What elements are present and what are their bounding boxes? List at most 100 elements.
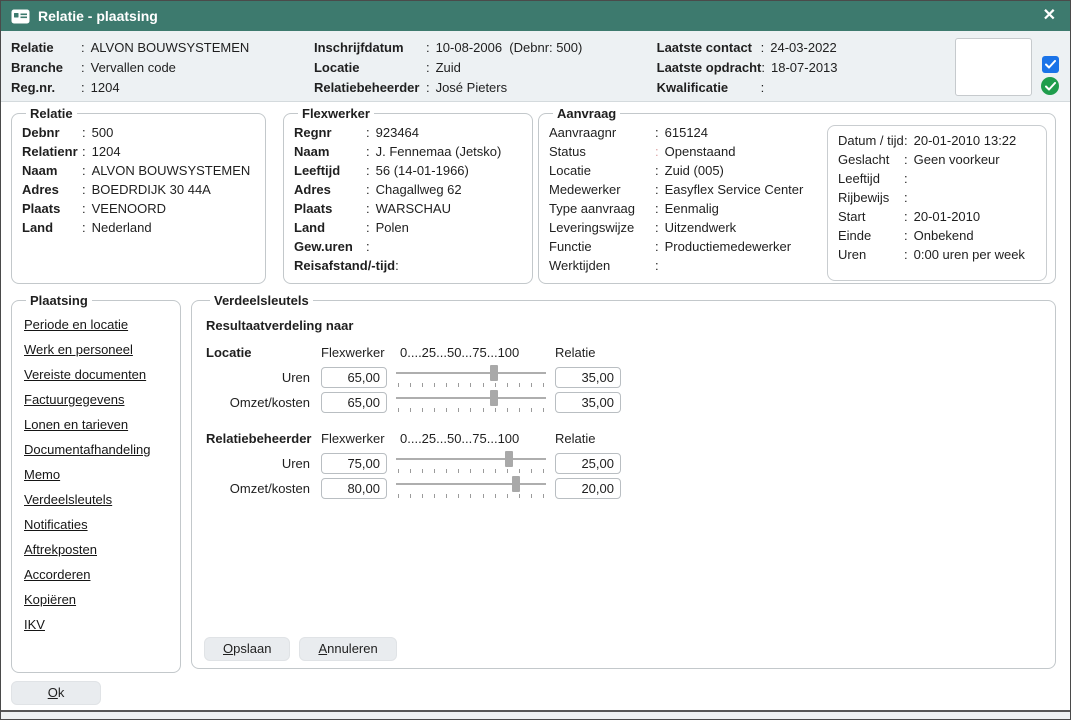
field-label: Laatste opdracht <box>657 58 762 78</box>
field-label: Leveringswijze <box>549 218 655 237</box>
menu-link[interactable]: Factuurgegevens <box>24 391 172 409</box>
info-row: Medewerker : Easyflex Service Center <box>549 180 827 199</box>
field-value: Easyflex Service Center <box>665 180 804 199</box>
relatie-share-input[interactable]: 35,00 <box>555 392 621 413</box>
colon: : <box>655 123 659 142</box>
group-spacer <box>206 416 1047 429</box>
field-label: Leeftijd <box>294 161 366 180</box>
colon: : <box>366 123 370 142</box>
colon: : <box>82 161 86 180</box>
field-label: Land <box>22 218 82 237</box>
field-value: ALVON BOUWSYSTEMEN <box>92 161 251 180</box>
info-row: Relatie : ALVON BOUWSYSTEMEN <box>11 38 314 58</box>
colon: : <box>655 142 659 161</box>
aanvraag-columns: Aanvraagnr : 615124 Status : Openstaand <box>549 123 1047 283</box>
field-label: Adres <box>294 180 366 199</box>
flexwerker-share-input[interactable]: 75,00 <box>321 453 387 474</box>
share-slider[interactable] <box>396 391 546 413</box>
resultaatverdeling-heading: Resultaatverdeling naar <box>206 318 1047 333</box>
field-label: Branche <box>11 58 81 78</box>
field-value: Zuid <box>436 58 461 78</box>
colon: : <box>426 78 430 98</box>
info-panels-row: Relatie Debnr : 500 Relatienr : 1204 <box>11 106 1056 284</box>
group-title: Locatie <box>206 343 312 363</box>
locatie-uren-row: Uren 65,00 35,00 <box>206 366 1047 388</box>
menu-link[interactable]: Notificaties <box>24 516 172 534</box>
slider-thumb[interactable] <box>505 451 513 467</box>
info-row: Rijbewijs : <box>838 188 1038 207</box>
menu-link[interactable]: Kopiëren <box>24 591 172 609</box>
colon: : <box>366 199 370 218</box>
colon: : <box>655 161 659 180</box>
share-slider[interactable] <box>396 366 546 388</box>
field-label: Start <box>838 207 904 226</box>
flexwerker-share-input[interactable]: 65,00 <box>321 392 387 413</box>
share-slider[interactable] <box>396 477 546 499</box>
relatie-share-input[interactable]: 35,00 <box>555 367 621 388</box>
menu-link[interactable]: Werk en personeel <box>24 341 172 359</box>
menu-link[interactable]: Vereiste documenten <box>24 366 172 384</box>
field-value: Uitzendwerk <box>665 218 737 237</box>
info-row: Inschrijfdatum : 10-08-2006 (Debnr: 500) <box>314 38 657 58</box>
share-slider[interactable] <box>396 452 546 474</box>
close-icon[interactable]: ✕ <box>1039 8 1060 24</box>
annuleren-button[interactable]: Annuleren <box>299 637 396 661</box>
menu-link[interactable]: Memo <box>24 466 172 484</box>
menu-link[interactable]: IKV <box>24 616 172 634</box>
menu-link[interactable]: Verdeelsleutels <box>24 491 172 509</box>
info-row: Naam : ALVON BOUWSYSTEMEN <box>22 161 257 180</box>
field-label: Medewerker <box>549 180 655 199</box>
row-label: Omzet/kosten <box>206 395 312 410</box>
colon: : <box>904 226 908 245</box>
field-label: Adres <box>22 180 82 199</box>
info-row: Relatiebeheerder : José Pieters <box>314 78 657 98</box>
window-bottom-edge <box>1 710 1070 719</box>
field-value: Onbekend <box>914 226 974 245</box>
plaatsing-row: Plaatsing Periode en locatie Werk en per… <box>11 293 1056 673</box>
checked-checkbox[interactable] <box>1042 56 1059 73</box>
slider-thumb[interactable] <box>512 476 520 492</box>
field-label: Naam <box>22 161 82 180</box>
colon: : <box>82 199 86 218</box>
opslaan-button-label: Opslaan <box>223 641 271 656</box>
info-row: Regnr : 923464 <box>294 123 524 142</box>
field-label: Relatiebeheerder <box>314 78 426 98</box>
opslaan-button[interactable]: Opslaan <box>204 637 290 661</box>
menu-link[interactable]: Periode en locatie <box>24 316 172 334</box>
slider-thumb[interactable] <box>490 365 498 381</box>
field-value: BOEDRDIJK 30 44A <box>92 180 211 199</box>
ok-button[interactable]: Ok <box>11 681 101 705</box>
flexwerker-share-input[interactable]: 80,00 <box>321 478 387 499</box>
colon: : <box>426 58 430 78</box>
menu-link[interactable]: Accorderen <box>24 566 172 584</box>
field-value: 10-08-2006 (Debnr: 500) <box>436 38 583 58</box>
info-row: Werktijden : <box>549 256 827 275</box>
slider-track <box>396 372 546 374</box>
menu-link[interactable]: Documentafhandeling <box>24 441 172 459</box>
field-value: Zuid (005) <box>665 161 724 180</box>
relatie-share-input[interactable]: 20,00 <box>555 478 621 499</box>
field-value: 56 (14-01-1966) <box>376 161 469 180</box>
colon: : <box>655 237 659 256</box>
menu-link[interactable]: Aftrekposten <box>24 541 172 559</box>
colon: : <box>761 78 765 98</box>
field-label: Plaats <box>294 199 366 218</box>
menu-link[interactable]: Lonen en tarieven <box>24 416 172 434</box>
aanvraag-panel-legend: Aanvraag <box>553 106 620 121</box>
field-label: Functie <box>549 237 655 256</box>
slider-thumb[interactable] <box>490 390 498 406</box>
colon: : <box>904 169 908 188</box>
info-row: Plaats : WARSCHAU <box>294 199 524 218</box>
info-row: Land : Polen <box>294 218 524 237</box>
relatie-share-input[interactable]: 25,00 <box>555 453 621 474</box>
field-value: Productiemedewerker <box>665 237 791 256</box>
approved-check-icon[interactable] <box>1041 77 1059 95</box>
field-value: 0:00 uren per week <box>914 245 1025 264</box>
relatiebeheerder-group-header: Relatiebeheerder Flexwerker 0....25...50… <box>206 429 1047 449</box>
slider-ticks <box>398 494 544 498</box>
field-label: Geslacht <box>838 150 904 169</box>
aanvraag-left-column: Aanvraagnr : 615124 Status : Openstaand <box>549 123 827 283</box>
flexwerker-share-input[interactable]: 65,00 <box>321 367 387 388</box>
field-label: Land <box>294 218 366 237</box>
field-label: Status <box>549 142 655 161</box>
